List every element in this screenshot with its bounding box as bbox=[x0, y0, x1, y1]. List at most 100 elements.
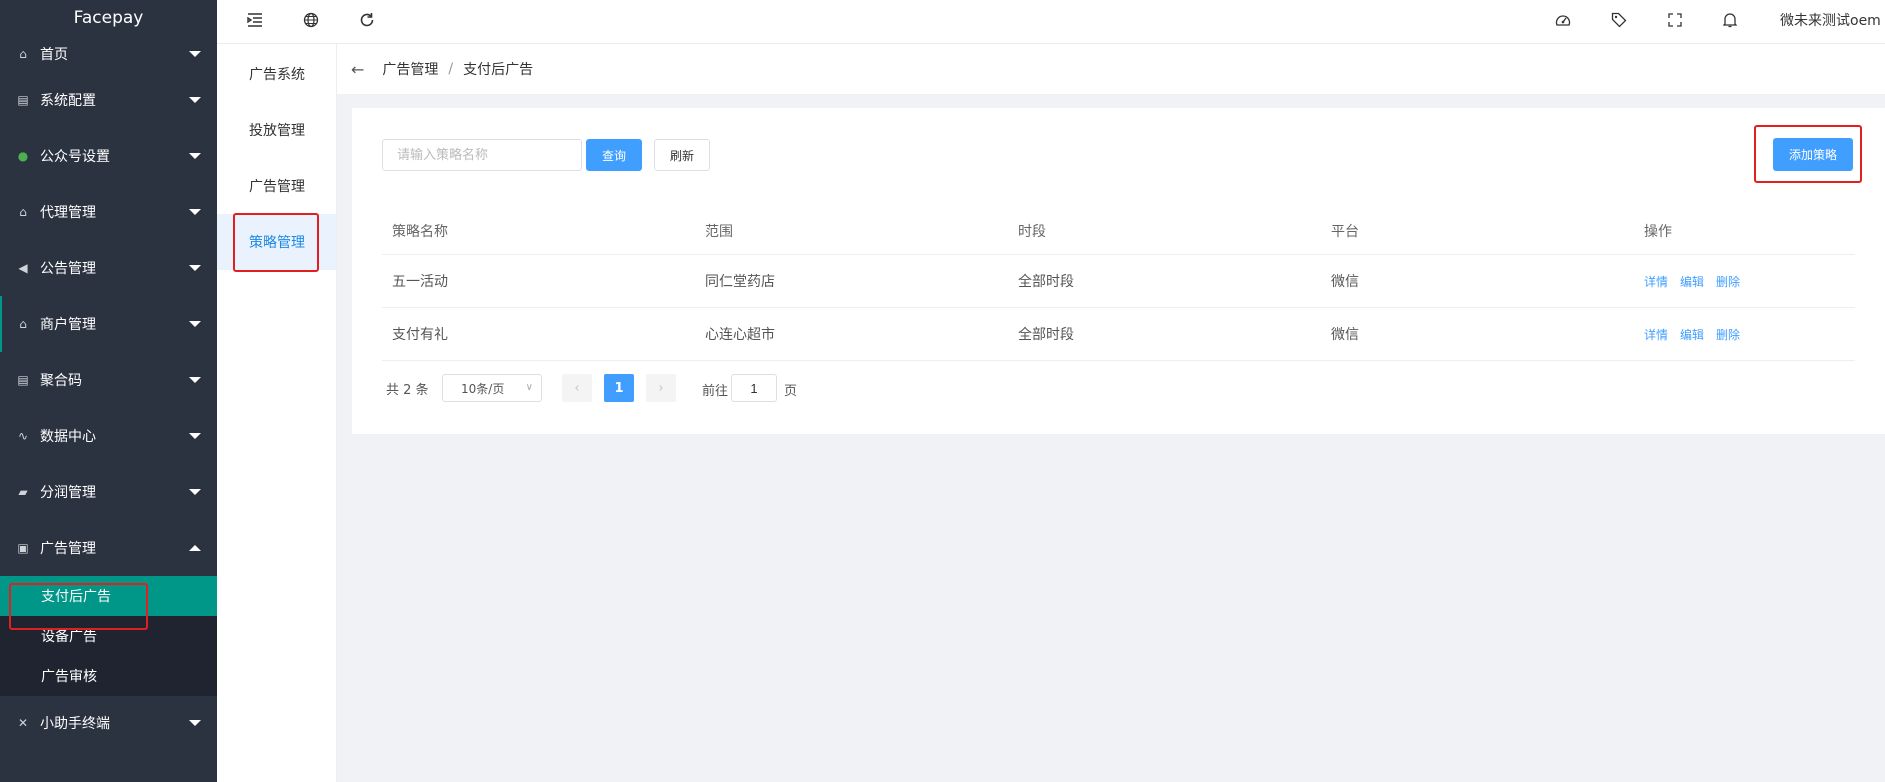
table-row: 支付有礼 心连心超市 全部时段 微信 详情 编辑 删除 bbox=[382, 308, 1855, 361]
sidebar-item-label: 分润管理 bbox=[40, 485, 96, 501]
secondary-nav: 广告系统 投放管理 广告管理 策略管理 bbox=[217, 44, 337, 782]
page-number-current[interactable]: 1 bbox=[604, 374, 634, 402]
back-arrow-icon[interactable]: ← bbox=[351, 60, 364, 79]
sidebar-item-system-config[interactable]: ▤ 系统配置 bbox=[0, 72, 217, 128]
chevron-down-icon: ∨ bbox=[525, 382, 533, 393]
refresh-icon[interactable] bbox=[357, 10, 377, 30]
sidebar-item-official-account[interactable]: ● 公众号设置 bbox=[0, 128, 217, 184]
sidebar-subitem-post-payment-ad[interactable]: 支付后广告 bbox=[0, 576, 217, 616]
bell-icon[interactable] bbox=[1720, 10, 1740, 30]
globe-icon[interactable] bbox=[301, 10, 321, 30]
page-size-value: 10条/页 bbox=[461, 381, 505, 396]
theme-icon[interactable] bbox=[1553, 10, 1573, 30]
collapse-menu-icon[interactable] bbox=[245, 10, 265, 30]
sidebar-item-label: 首页 bbox=[40, 47, 68, 63]
breadcrumb: ← 广告管理 / 支付后广告 bbox=[337, 44, 1885, 94]
strategy-card: 查询 刷新 添加策略 策略名称 范围 时段 平台 操作 五一活动 同仁堂药店 全… bbox=[352, 108, 1885, 434]
subnav-item-delivery[interactable]: 投放管理 bbox=[217, 102, 336, 158]
config-icon: ▤ bbox=[17, 373, 29, 387]
prev-page-button[interactable]: ‹ bbox=[562, 374, 592, 402]
delete-link[interactable]: 删除 bbox=[1716, 328, 1740, 342]
chevron-down-icon bbox=[189, 377, 201, 383]
app-root: Facepay ⌂ 首页 ▤ 系统配置 ● 公众号设置 ⌂ 代理管理 ◀ 公告管… bbox=[0, 0, 1885, 782]
delete-link[interactable]: 删除 bbox=[1716, 275, 1740, 289]
app-logo: Facepay bbox=[73, 8, 144, 28]
sidebar-item-aggregate-code[interactable]: ▤ 聚合码 bbox=[0, 352, 217, 408]
sidebar-subitem-device-ad[interactable]: 设备广告 bbox=[0, 616, 217, 656]
page-size-select[interactable]: 10条/页 ∨ bbox=[442, 374, 542, 402]
sidebar-item-data-center[interactable]: ∿ 数据中心 bbox=[0, 408, 217, 464]
column-header-name: 策略名称 bbox=[392, 223, 448, 240]
cell-scope: 心连心超市 bbox=[705, 327, 775, 343]
sidebar-item-label: 数据中心 bbox=[40, 429, 96, 445]
column-header-period: 时段 bbox=[1018, 223, 1046, 240]
fullscreen-icon[interactable] bbox=[1665, 10, 1685, 30]
cell-actions: 详情 编辑 删除 bbox=[1634, 326, 1855, 343]
tools-icon: ✕ bbox=[17, 716, 29, 730]
edit-link[interactable]: 编辑 bbox=[1680, 328, 1704, 342]
sidebar-item-merchant[interactable]: ⌂ 商户管理 bbox=[0, 296, 217, 352]
breadcrumb-level2: 支付后广告 bbox=[463, 62, 534, 78]
table-header-row: 策略名称 范围 时段 平台 操作 bbox=[382, 207, 1855, 255]
chevron-down-icon bbox=[189, 153, 201, 159]
subnav-item-strategy[interactable]: 策略管理 bbox=[217, 214, 336, 270]
main-sidebar: Facepay ⌂ 首页 ▤ 系统配置 ● 公众号设置 ⌂ 代理管理 ◀ 公告管… bbox=[0, 0, 217, 782]
breadcrumb-level1[interactable]: 广告管理 bbox=[382, 59, 438, 79]
cell-period: 全部时段 bbox=[1018, 274, 1074, 290]
table-row: 五一活动 同仁堂药店 全部时段 微信 详情 编辑 删除 bbox=[382, 255, 1855, 308]
refresh-button[interactable]: 刷新 bbox=[654, 139, 710, 171]
page-unit-label: 页 bbox=[784, 384, 798, 399]
user-name: 微未来测试oem bbox=[1780, 13, 1881, 29]
chevron-up-icon bbox=[189, 545, 201, 551]
column-header-actions: 操作 bbox=[1644, 223, 1672, 240]
edit-link[interactable]: 编辑 bbox=[1680, 275, 1704, 289]
cell-scope: 同仁堂药店 bbox=[705, 274, 775, 290]
sidebar-item-agent[interactable]: ⌂ 代理管理 bbox=[0, 184, 217, 240]
chevron-down-icon bbox=[189, 209, 201, 215]
pulse-icon: ∿ bbox=[17, 429, 29, 443]
tag-icon[interactable] bbox=[1609, 10, 1629, 30]
document-icon: ▣ bbox=[17, 541, 29, 555]
cell-platform: 微信 bbox=[1331, 274, 1359, 290]
sidebar-item-profit-share[interactable]: ▰ 分润管理 bbox=[0, 464, 217, 520]
sidebar-item-label: 广告管理 bbox=[40, 541, 96, 557]
wallet-icon: ▰ bbox=[18, 485, 28, 499]
home-icon: ⌂ bbox=[19, 47, 27, 61]
speaker-icon: ◀ bbox=[18, 261, 28, 275]
detail-link[interactable]: 详情 bbox=[1644, 328, 1668, 342]
home-icon: ⌂ bbox=[19, 317, 27, 331]
cell-actions: 详情 编辑 删除 bbox=[1634, 273, 1855, 290]
strategy-search-input[interactable] bbox=[382, 139, 582, 171]
detail-link[interactable]: 详情 bbox=[1644, 275, 1668, 289]
user-menu[interactable]: 微未来测试oem ▾ bbox=[1780, 10, 1885, 30]
cell-period: 全部时段 bbox=[1018, 327, 1074, 343]
breadcrumb-separator: / bbox=[448, 61, 454, 77]
strategy-table: 策略名称 范围 时段 平台 操作 五一活动 同仁堂药店 全部时段 微信 详情 编辑… bbox=[382, 207, 1855, 361]
home-icon: ⌂ bbox=[19, 205, 27, 219]
next-page-button[interactable]: › bbox=[646, 374, 676, 402]
chevron-down-icon bbox=[189, 97, 201, 103]
query-button[interactable]: 查询 bbox=[586, 139, 642, 171]
sidebar-item-label: 公告管理 bbox=[40, 261, 96, 277]
sidebar-item-label: 公众号设置 bbox=[40, 149, 110, 165]
ad-submenu: 支付后广告 设备广告 广告审核 bbox=[0, 576, 217, 696]
subnav-item-ad-system[interactable]: 广告系统 bbox=[217, 46, 336, 102]
config-icon: ▤ bbox=[17, 93, 29, 107]
chevron-down-icon bbox=[189, 321, 201, 327]
sidebar-item-label: 代理管理 bbox=[40, 205, 96, 221]
sidebar-subitem-ad-review[interactable]: 广告审核 bbox=[0, 656, 217, 696]
add-strategy-button[interactable]: 添加策略 bbox=[1773, 138, 1853, 171]
column-header-platform: 平台 bbox=[1331, 223, 1359, 240]
sidebar-item-announcement[interactable]: ◀ 公告管理 bbox=[0, 240, 217, 296]
sidebar-item-assistant-terminal[interactable]: ✕ 小助手终端 bbox=[0, 696, 217, 750]
sidebar-item-home[interactable]: ⌂ 首页 bbox=[0, 36, 217, 72]
sidebar-item-label: 系统配置 bbox=[40, 93, 96, 109]
wechat-icon: ● bbox=[17, 149, 29, 163]
cell-name: 支付有礼 bbox=[392, 327, 448, 343]
chevron-down-icon bbox=[189, 720, 201, 726]
sidebar-item-ad-management[interactable]: ▣ 广告管理 bbox=[0, 520, 217, 576]
goto-label: 前往 bbox=[702, 384, 729, 399]
pagination-total: 共 2 条 bbox=[386, 382, 429, 398]
goto-page-input[interactable] bbox=[731, 374, 777, 402]
subnav-item-ad-management[interactable]: 广告管理 bbox=[217, 158, 336, 214]
